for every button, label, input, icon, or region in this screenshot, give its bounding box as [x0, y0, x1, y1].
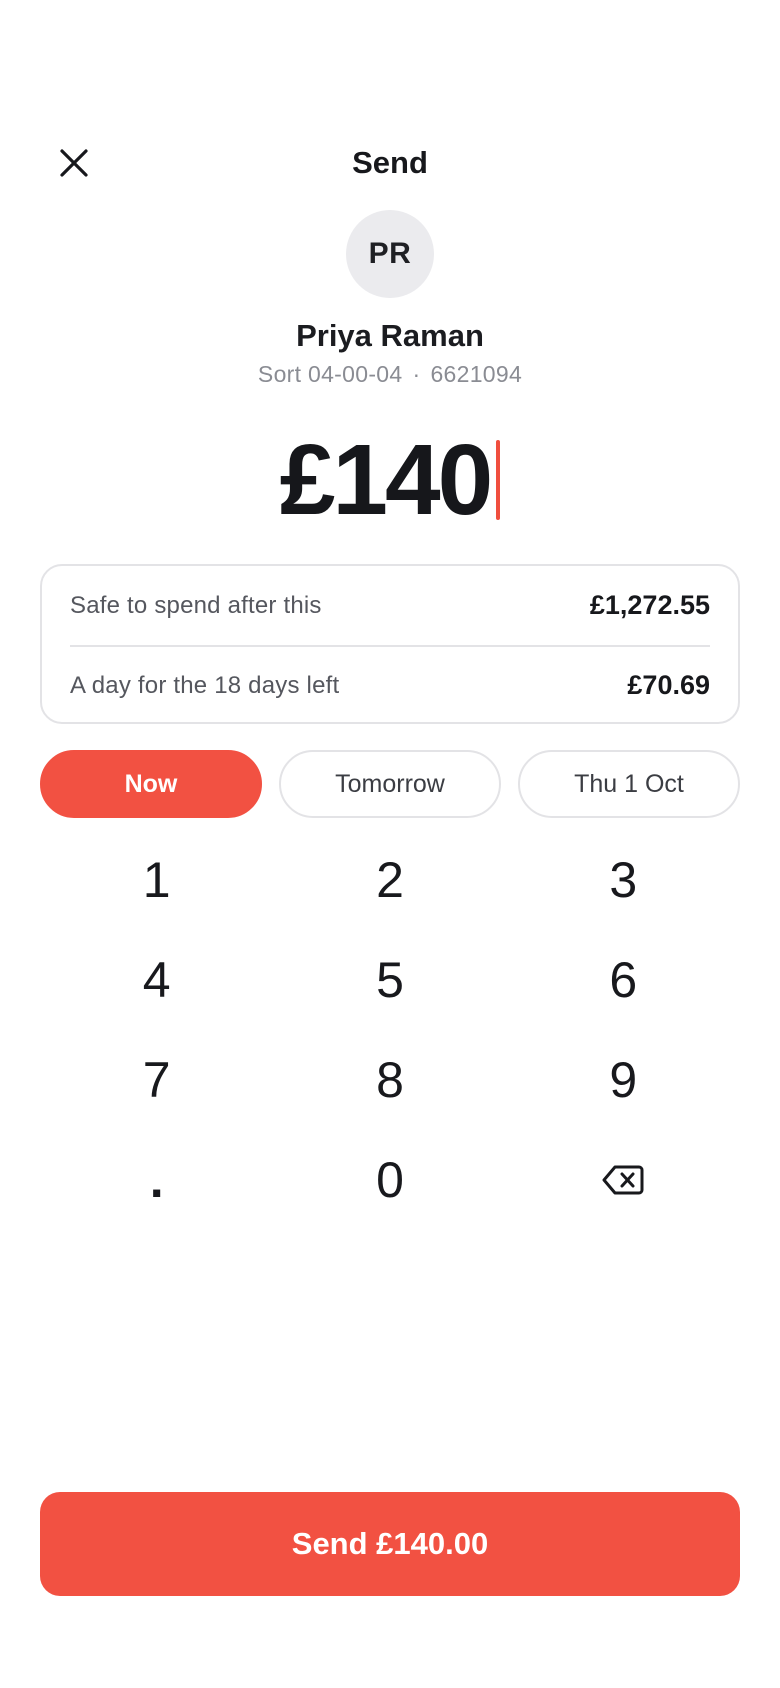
- text-caret: [496, 440, 501, 520]
- account-separator: ·: [412, 361, 421, 387]
- key-6[interactable]: 6: [507, 930, 740, 1030]
- key-8[interactable]: 8: [273, 1030, 506, 1130]
- amount-value: £140: [279, 424, 493, 536]
- amount-input[interactable]: £140: [0, 425, 780, 535]
- recipient-avatar: PR: [346, 210, 434, 298]
- backspace-icon: [602, 1165, 644, 1195]
- summary-value: £1,272.55: [589, 590, 710, 620]
- numeric-keypad: 1 2 3 4 5 6 7 8 9 . 0: [40, 830, 740, 1230]
- key-5[interactable]: 5: [273, 930, 506, 1030]
- key-3[interactable]: 3: [507, 830, 740, 930]
- key-1[interactable]: 1: [40, 830, 273, 930]
- key-2[interactable]: 2: [273, 830, 506, 930]
- key-decimal[interactable]: .: [40, 1130, 273, 1230]
- recipient-account-details: Sort 04-00-04 · 6621094: [0, 357, 780, 391]
- send-timing-selector: Now Tomorrow Thu 1 Oct: [40, 750, 740, 818]
- key-backspace[interactable]: [507, 1130, 740, 1230]
- send-money-screen: Send PR Priya Raman Sort 04-00-04 · 662109…: [0, 0, 780, 1688]
- summary-label: Safe to spend after this: [70, 591, 322, 619]
- key-7[interactable]: 7: [40, 1030, 273, 1130]
- summary-value: £70.69: [627, 670, 710, 700]
- timing-option-date[interactable]: Thu 1 Oct: [518, 750, 740, 818]
- key-4[interactable]: 4: [40, 930, 273, 1030]
- timing-option-now[interactable]: Now: [40, 750, 262, 818]
- page-title: Send: [352, 145, 428, 180]
- timing-option-tomorrow[interactable]: Tomorrow: [279, 750, 501, 818]
- summary-label: A day for the 18 days left: [70, 671, 340, 699]
- recipient-sort-code: Sort 04-00-04: [257, 361, 403, 387]
- spending-summary-card: Safe to spend after this £1,272.55 A day…: [40, 564, 740, 724]
- recipient-name: Priya Raman: [296, 318, 484, 353]
- summary-row-safe-to-spend: Safe to spend after this £1,272.55: [70, 566, 710, 645]
- key-9[interactable]: 9: [507, 1030, 740, 1130]
- summary-row-daily-allowance: A day for the 18 days left £70.69: [70, 645, 710, 724]
- key-0[interactable]: 0: [273, 1130, 506, 1230]
- send-button[interactable]: Send £140.00: [40, 1492, 740, 1596]
- recipient-account-number: 6621094: [430, 361, 523, 387]
